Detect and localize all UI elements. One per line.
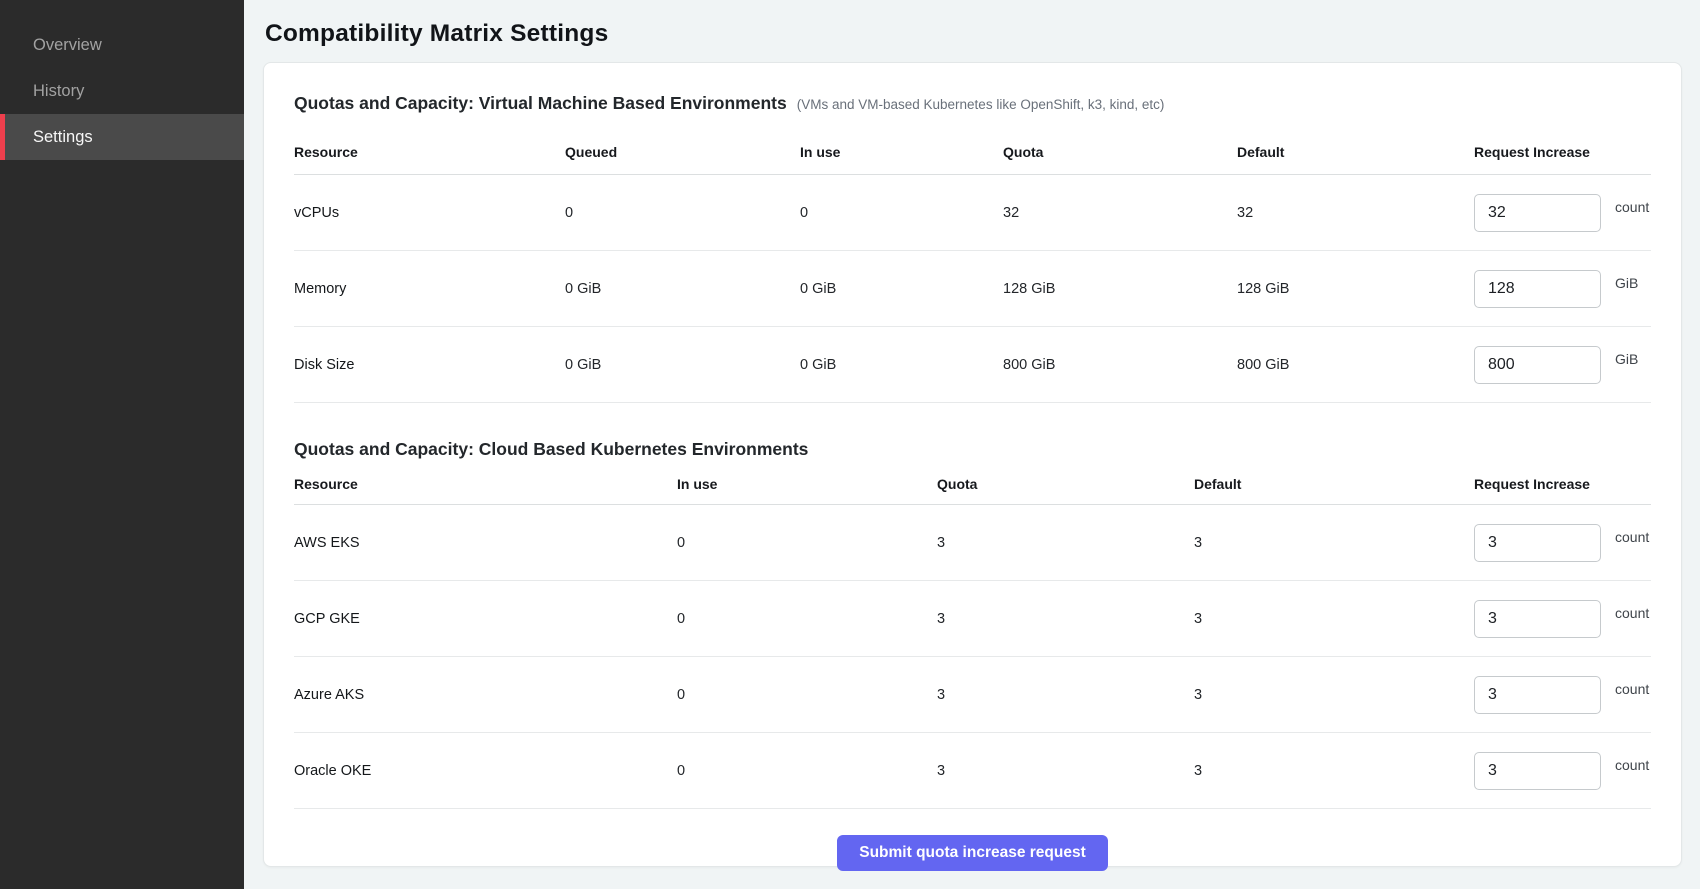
vm-table-header-row: Resource Queued In use Quota Default Req… [294, 144, 1651, 175]
resource-name: AWS EKS [294, 505, 677, 581]
table-row-vcpus: vCPUs 0 0 32 32 count [294, 175, 1651, 251]
resource-name: vCPUs [294, 175, 565, 251]
sidebar: Overview History Settings [0, 0, 244, 889]
default-value: 3 [1194, 505, 1474, 581]
submit-row: Submit quota increase request [294, 835, 1651, 871]
quota-value: 3 [937, 581, 1194, 657]
default-value: 128 GiB [1237, 251, 1474, 327]
column-header-default: Default [1194, 476, 1474, 505]
queued-value: 0 GiB [565, 251, 800, 327]
default-value: 32 [1237, 175, 1474, 251]
resource-name: Oracle OKE [294, 733, 677, 809]
default-value: 800 GiB [1237, 327, 1474, 403]
vm-quotas-section: Quotas and Capacity: Virtual Machine Bas… [294, 93, 1651, 403]
request-increase-group: count [1474, 194, 1651, 232]
column-header-resource: Resource [294, 476, 677, 505]
oracle-oke-request-input[interactable] [1474, 752, 1601, 790]
sidebar-item-settings[interactable]: Settings [0, 114, 244, 160]
gcp-gke-request-input[interactable] [1474, 600, 1601, 638]
queued-value: 0 GiB [565, 327, 800, 403]
column-header-in-use: In use [677, 476, 937, 505]
vm-section-subtitle: (VMs and VM-based Kubernetes like OpenSh… [797, 97, 1165, 112]
quota-value: 3 [937, 657, 1194, 733]
vcpus-request-input[interactable] [1474, 194, 1601, 232]
resource-name: GCP GKE [294, 581, 677, 657]
request-increase-group: GiB [1474, 346, 1651, 384]
resource-name: Memory [294, 251, 565, 327]
resource-name: Disk Size [294, 327, 565, 403]
column-header-request-increase: Request Increase [1474, 476, 1651, 505]
column-header-resource: Resource [294, 144, 565, 175]
unit-label: count [1615, 757, 1649, 773]
sidebar-item-overview[interactable]: Overview [0, 22, 244, 68]
in-use-value: 0 [677, 581, 937, 657]
sidebar-item-label: Overview [33, 36, 102, 55]
vm-section-title: Quotas and Capacity: Virtual Machine Bas… [294, 93, 787, 114]
memory-request-input[interactable] [1474, 270, 1601, 308]
cloud-section-title: Quotas and Capacity: Cloud Based Kuberne… [294, 439, 808, 460]
cloud-table-header-row: Resource In use Quota Default Request In… [294, 476, 1651, 505]
request-increase-group: count [1474, 524, 1651, 562]
table-row-disk-size: Disk Size 0 GiB 0 GiB 800 GiB 800 GiB Gi… [294, 327, 1651, 403]
table-row-memory: Memory 0 GiB 0 GiB 128 GiB 128 GiB GiB [294, 251, 1651, 327]
unit-label: GiB [1615, 351, 1638, 367]
column-header-in-use: In use [800, 144, 1003, 175]
vm-quotas-table: Resource Queued In use Quota Default Req… [294, 144, 1651, 403]
azure-aks-request-input[interactable] [1474, 676, 1601, 714]
default-value: 3 [1194, 657, 1474, 733]
submit-quota-increase-button[interactable]: Submit quota increase request [837, 835, 1108, 871]
column-header-quota: Quota [1003, 144, 1237, 175]
quota-value: 32 [1003, 175, 1237, 251]
table-row-gcp-gke: GCP GKE 0 3 3 count [294, 581, 1651, 657]
quota-value: 800 GiB [1003, 327, 1237, 403]
unit-label: count [1615, 199, 1649, 215]
default-value: 3 [1194, 581, 1474, 657]
sidebar-item-label: History [33, 82, 84, 101]
sidebar-item-history[interactable]: History [0, 68, 244, 114]
column-header-default: Default [1237, 144, 1474, 175]
request-increase-group: count [1474, 676, 1651, 714]
unit-label: count [1615, 605, 1649, 621]
table-row-aws-eks: AWS EKS 0 3 3 count [294, 505, 1651, 581]
main-content: Compatibility Matrix Settings Quotas and… [244, 0, 1700, 889]
in-use-value: 0 [677, 505, 937, 581]
quota-value: 3 [937, 733, 1194, 809]
cloud-quotas-table: Resource In use Quota Default Request In… [294, 476, 1651, 809]
request-increase-group: count [1474, 752, 1651, 790]
table-row-azure-aks: Azure AKS 0 3 3 count [294, 657, 1651, 733]
table-row-oracle-oke: Oracle OKE 0 3 3 count [294, 733, 1651, 809]
vm-section-header: Quotas and Capacity: Virtual Machine Bas… [294, 93, 1651, 114]
unit-label: count [1615, 529, 1649, 545]
unit-label: count [1615, 681, 1649, 697]
unit-label: GiB [1615, 275, 1638, 291]
default-value: 3 [1194, 733, 1474, 809]
quota-value: 128 GiB [1003, 251, 1237, 327]
aws-eks-request-input[interactable] [1474, 524, 1601, 562]
in-use-value: 0 [677, 657, 937, 733]
cloud-section-header: Quotas and Capacity: Cloud Based Kuberne… [294, 439, 1651, 460]
in-use-value: 0 [800, 175, 1003, 251]
in-use-value: 0 GiB [800, 251, 1003, 327]
request-increase-group: GiB [1474, 270, 1651, 308]
column-header-queued: Queued [565, 144, 800, 175]
resource-name: Azure AKS [294, 657, 677, 733]
column-header-quota: Quota [937, 476, 1194, 505]
queued-value: 0 [565, 175, 800, 251]
quota-value: 3 [937, 505, 1194, 581]
sidebar-item-label: Settings [33, 128, 93, 147]
column-header-request-increase: Request Increase [1474, 144, 1651, 175]
in-use-value: 0 GiB [800, 327, 1003, 403]
settings-card: Quotas and Capacity: Virtual Machine Bas… [263, 62, 1682, 867]
page-title: Compatibility Matrix Settings [265, 20, 1682, 48]
in-use-value: 0 [677, 733, 937, 809]
disk-size-request-input[interactable] [1474, 346, 1601, 384]
request-increase-group: count [1474, 600, 1651, 638]
cloud-quotas-section: Quotas and Capacity: Cloud Based Kuberne… [294, 439, 1651, 809]
